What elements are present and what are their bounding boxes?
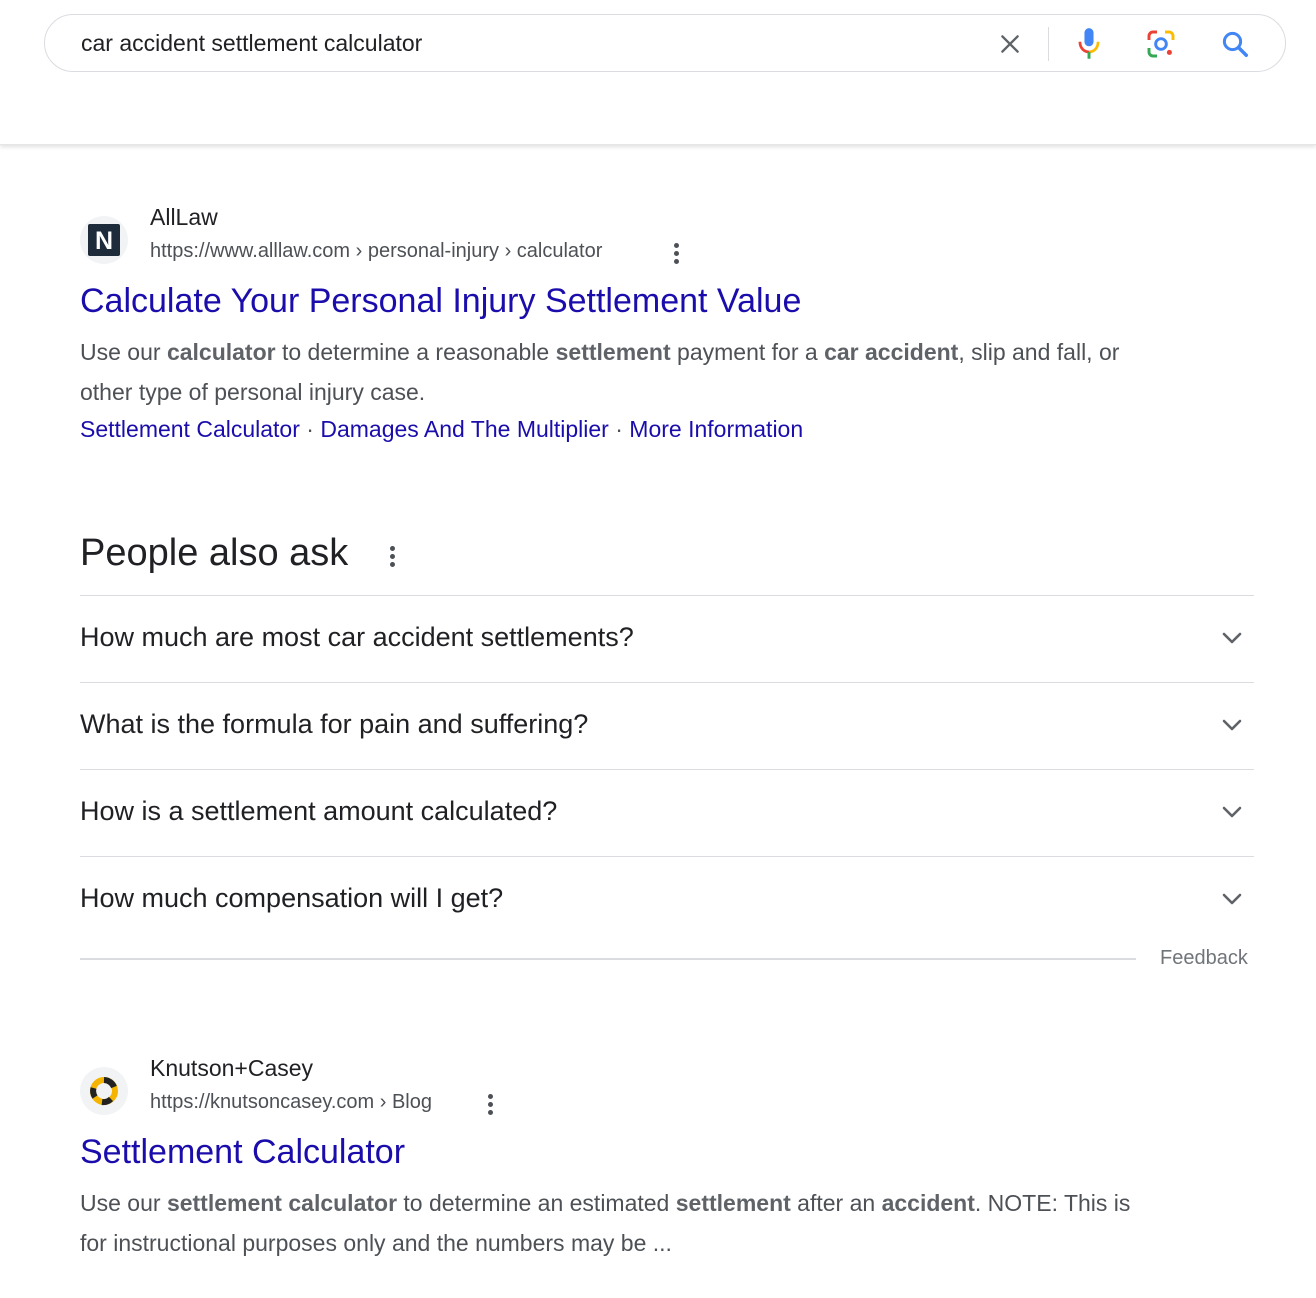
sitelink-settlement-calculator[interactable]: Settlement Calculator [80,416,300,442]
paa-question-text: How much are most car accident settlemen… [80,622,634,652]
result-snippet: Use our calculator to determine a reason… [80,332,1140,412]
search-result: Knutson+Casey https://knutsoncasey.com ›… [80,1055,1180,1275]
snippet-text: Use our [80,1190,167,1216]
snippet-highlight: calculator [166,339,276,365]
mic-icon[interactable] [1071,26,1107,62]
more-vert-icon[interactable] [664,238,688,268]
site-name[interactable]: Knutson+Casey [150,1055,313,1082]
snippet-highlight: accident [881,1190,975,1216]
snippet-text: after an [790,1190,882,1216]
sitelink-separator: · [299,416,321,442]
more-vert-icon[interactable] [478,1089,502,1119]
site-url[interactable]: https://www.alllaw.com › personal-injury… [150,240,602,263]
site-favicon [80,1067,128,1115]
result-title-link[interactable]: Settlement Calculator [80,1133,405,1172]
close-icon[interactable] [992,26,1028,62]
sitelink-damages-multiplier[interactable]: Damages And The Multiplier [320,416,609,442]
sitelink-more-information[interactable]: More Information [629,416,803,442]
site-url[interactable]: https://knutsoncasey.com › Blog [150,1091,432,1114]
snippet-text: payment for a [670,339,825,365]
camera-lens-icon[interactable] [1143,26,1179,62]
snippet-text: Use our [80,339,167,365]
sitelinks: Settlement Calculator · Damages And The … [80,416,803,443]
paa-question-text: How much compensation will I get? [80,883,504,913]
snippet-text: to determine a reasonable [275,339,556,365]
search-header [0,0,1316,145]
chevron-down-icon [1222,719,1242,731]
people-also-ask-list: How much are most car accident settlemen… [80,595,1254,943]
site-name[interactable]: AllLaw [150,204,218,231]
paa-question[interactable]: What is the formula for pain and sufferi… [80,682,1254,769]
search-result: N AllLaw https://www.alllaw.com › person… [80,204,1180,454]
feedback-link[interactable]: Feedback [1160,947,1248,970]
result-snippet: Use our settlement calculator to determi… [80,1183,1140,1263]
more-vert-icon[interactable] [380,541,404,571]
paa-question[interactable]: How much compensation will I get? [80,856,1254,943]
chevron-down-icon [1222,632,1242,644]
paa-question[interactable]: How is a settlement amount calculated? [80,769,1254,856]
snippet-highlight: settlement [675,1190,791,1216]
chevron-down-icon [1222,806,1242,818]
result-title-link[interactable]: Calculate Your Personal Injury Settlemen… [80,282,801,321]
chevron-down-icon [1222,893,1242,905]
sitelink-separator: · [608,416,630,442]
snippet-text: to determine an estimated [397,1190,676,1216]
paa-divider [80,958,1136,960]
search-box[interactable] [44,14,1286,72]
paa-question[interactable]: How much are most car accident settlemen… [80,595,1254,682]
people-also-ask-heading: People also ask [80,532,349,574]
search-input[interactable] [81,28,961,58]
snippet-highlight: settlement calculator [166,1190,398,1216]
snippet-highlight: car accident [824,339,959,365]
paa-question-text: How is a settlement amount calculated? [80,796,558,826]
site-favicon: N [80,216,128,264]
svg-text:N: N [95,227,113,255]
search-icon[interactable] [1217,26,1253,62]
paa-question-text: What is the formula for pain and sufferi… [80,709,589,739]
search-divider [1048,27,1049,61]
snippet-highlight: settlement [555,339,671,365]
